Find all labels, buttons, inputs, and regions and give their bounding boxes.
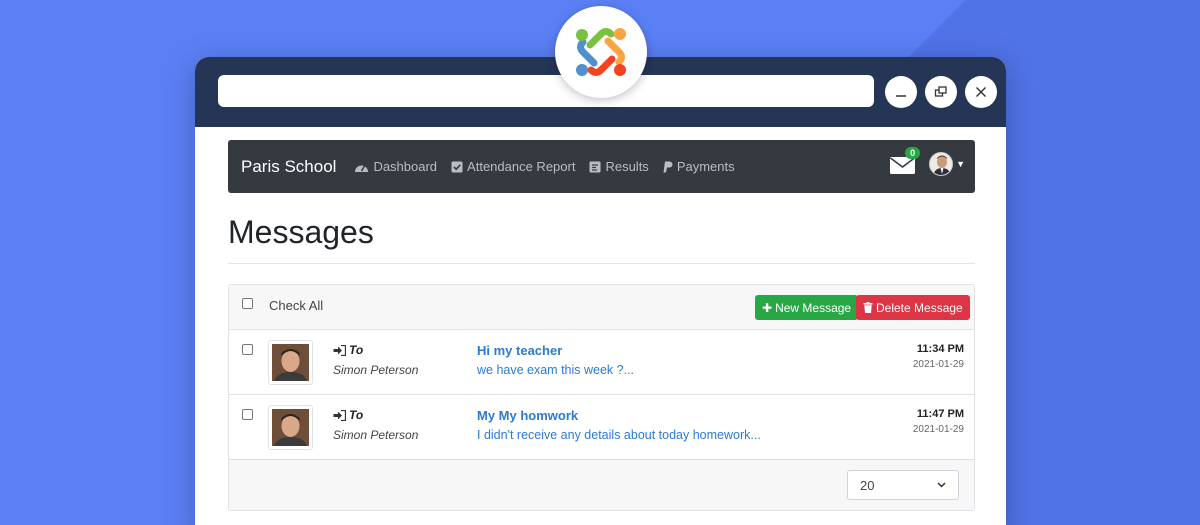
results-icon [589, 161, 601, 172]
message-checkbox[interactable] [242, 344, 253, 355]
browser-window: Paris School Dashboard Attendance Report… [195, 57, 1006, 525]
close-icon [976, 87, 986, 97]
message-row[interactable]: To Simon Peterson My My homwork I didn't… [229, 395, 974, 460]
message-checkbox[interactable] [242, 409, 253, 420]
new-message-label: New Message [775, 300, 852, 315]
recipient-avatar [268, 405, 313, 450]
new-message-button[interactable]: ✚ New Message [755, 295, 859, 320]
check-all-label: Check All [269, 298, 324, 313]
dashboard-icon [355, 165, 369, 172]
nav-results[interactable]: Results [589, 159, 649, 174]
trash-icon [863, 302, 873, 313]
user-avatar-image [930, 153, 953, 175]
message-preview[interactable]: we have exam this week ?... [477, 363, 634, 377]
close-button[interactable] [965, 76, 997, 108]
chevron-down-icon[interactable]: ▼ [956, 159, 965, 169]
message-subject[interactable]: My My homwork [477, 408, 578, 423]
paypal-icon [663, 161, 673, 172]
message-date: 2021-01-29 [912, 424, 964, 435]
recipient-photo [272, 344, 309, 381]
recipient-avatar [268, 340, 313, 385]
message-time: 11:34 PM [916, 343, 964, 355]
minimize-button[interactable] [885, 76, 917, 108]
delete-message-label: Delete Message [876, 300, 963, 315]
page-size-select[interactable]: 20 [847, 470, 959, 500]
nav-attendance-report[interactable]: Attendance Report [451, 159, 575, 174]
restore-button[interactable] [925, 76, 957, 108]
nav-dashboard[interactable]: Dashboard [354, 159, 437, 174]
user-avatar[interactable] [929, 152, 954, 176]
messages-card-footer: 20 [229, 460, 974, 510]
navbar-right: 0 ▼ [889, 147, 965, 176]
app-navbar: Paris School Dashboard Attendance Report… [228, 140, 975, 193]
messages-button[interactable]: 0 [889, 147, 921, 175]
to-label: To [333, 343, 363, 357]
page-size-value: 20 [860, 477, 875, 493]
nav-results-label: Results [605, 159, 649, 174]
message-date: 2021-01-29 [912, 359, 964, 370]
nav-dashboard-label: Dashboard [373, 159, 438, 174]
joomla-icon [576, 28, 626, 76]
message-subject[interactable]: Hi my teacher [477, 343, 562, 358]
joomla-logo [555, 6, 647, 98]
check-all-checkbox[interactable] [242, 298, 253, 309]
to-text: To [349, 408, 364, 422]
recipient-name: Simon Peterson [333, 363, 419, 377]
message-preview[interactable]: I didn't receive any details about today… [477, 428, 761, 442]
nav-attendance-label: Attendance Report [467, 159, 576, 174]
sign-in-icon [333, 344, 346, 356]
messages-card-header: Check All ✚ New Message Delete Message [229, 285, 974, 330]
recipient-photo [272, 409, 309, 446]
message-time: 11:47 PM [916, 408, 964, 420]
page-title: Messages [228, 214, 374, 250]
to-text: To [349, 343, 364, 357]
checkbox-icon [451, 161, 463, 172]
messages-card: Check All ✚ New Message Delete Message T… [228, 284, 975, 511]
restore-icon [934, 86, 947, 97]
sign-in-icon [333, 409, 346, 421]
brand-name[interactable]: Paris School [241, 157, 336, 177]
address-bar[interactable] [218, 75, 874, 107]
divider [228, 263, 975, 264]
message-row[interactable]: To Simon Peterson Hi my teacher we have … [229, 330, 974, 395]
chevron-down-icon [937, 482, 946, 488]
plus-icon: ✚ [762, 300, 773, 315]
message-count-badge: 0 [905, 147, 921, 159]
recipient-name: Simon Peterson [333, 428, 419, 442]
minimize-icon [896, 95, 906, 97]
nav-payments-label: Payments [676, 159, 735, 174]
delete-message-button[interactable]: Delete Message [856, 295, 970, 320]
to-label: To [333, 408, 363, 422]
nav-payments[interactable]: Payments [663, 159, 735, 174]
